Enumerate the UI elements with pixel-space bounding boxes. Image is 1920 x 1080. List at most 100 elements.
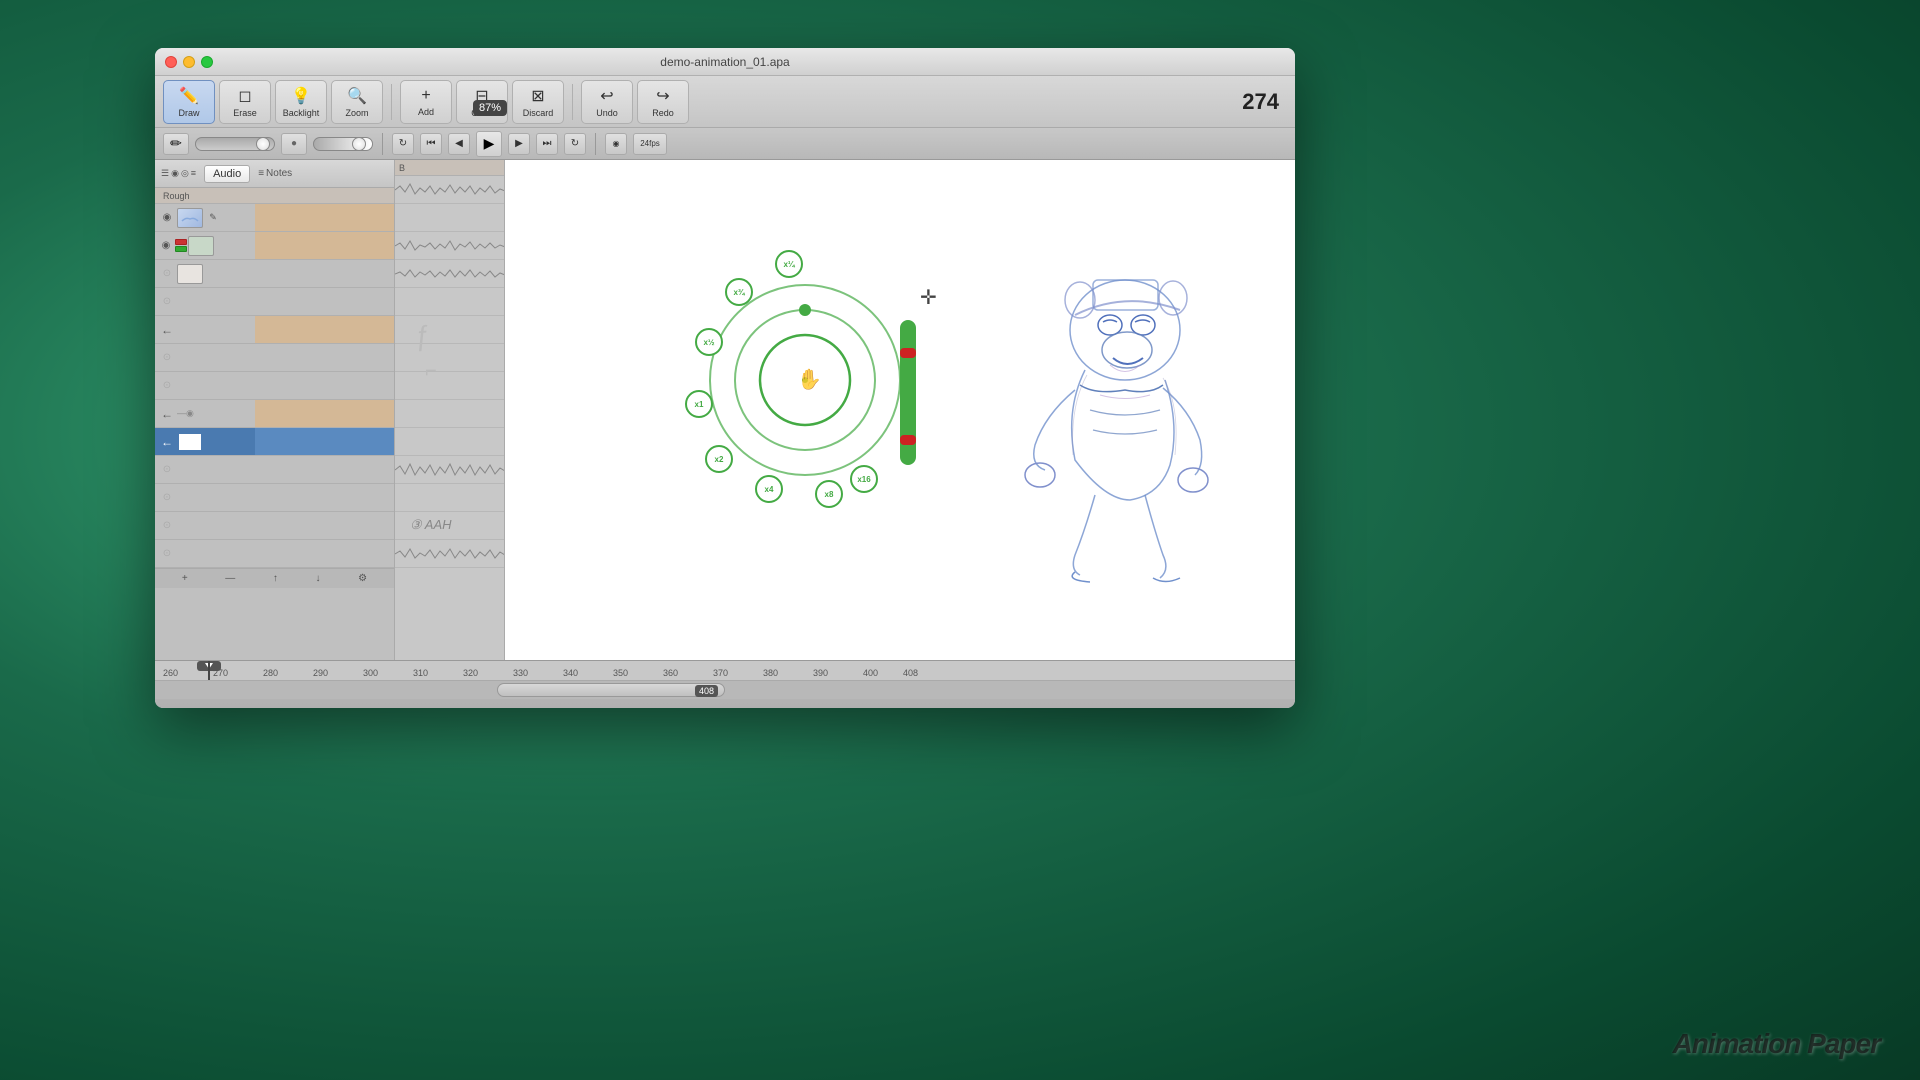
layer-move-down-icon[interactable]: ↓ — [316, 573, 321, 584]
close-button[interactable] — [165, 56, 177, 68]
layer-edit-btn-1[interactable]: ✎ — [205, 210, 221, 226]
brush-slider-thumb[interactable] — [256, 137, 270, 151]
layer-row-5[interactable]: ← — [155, 316, 394, 344]
speed-option-8x[interactable]: x8 — [815, 480, 843, 508]
backlight-icon: 💡 — [291, 86, 311, 106]
layer-row-2[interactable]: ◉ — [155, 232, 394, 260]
vertical-slider-thumb-high[interactable] — [900, 348, 916, 358]
backlight-button[interactable]: 💡 Backlight — [275, 80, 327, 124]
layer-minus-icon[interactable]: — — [225, 573, 235, 584]
add-button[interactable]: + Add — [400, 80, 452, 124]
layer-icons-6: ⊙ — [155, 350, 255, 366]
ruler-tick-300: 300 — [363, 668, 378, 678]
opacity-tool-button[interactable]: ● — [281, 133, 307, 155]
layer-arrow-btn-8[interactable]: ← — [159, 406, 175, 422]
notes-tab[interactable]: Notes — [266, 168, 292, 179]
layer-eye-btn-7[interactable]: ⊙ — [159, 378, 175, 394]
speed-dial[interactable]: ✋ x¼ x¾ x½ x1 x2 x4 x8 — [685, 260, 925, 500]
timeline-scrollbar[interactable]: 408 — [155, 681, 1295, 699]
skip-to-start-button[interactable]: ⏮ — [420, 133, 442, 155]
frame-rate-button[interactable]: 24fps — [633, 133, 667, 155]
canvas-area[interactable]: ✋ x¼ x¾ x½ x1 x2 x4 x8 — [505, 160, 1295, 660]
layer-icons-12: ⊙ — [155, 546, 255, 562]
layer-eye-btn-12[interactable]: ⊙ — [159, 546, 175, 562]
layer-eye-btn-11[interactable]: ⊙ — [159, 518, 175, 534]
layer-row-12[interactable]: ⊙ — [155, 540, 394, 568]
skip-to-end-button[interactable]: ⏭ — [536, 133, 558, 155]
speed-option-4x[interactable]: x4 — [755, 475, 783, 503]
waveform-row-7 — [395, 344, 504, 372]
erase-button[interactable]: ◻ Erase — [219, 80, 271, 124]
vertical-speed-slider[interactable] — [900, 320, 916, 465]
layer-arrow-btn-sel[interactable]: ← — [159, 434, 175, 450]
note-text-aah: ③ AAH — [410, 517, 452, 533]
layer-row-10[interactable]: ⊙ — [155, 484, 394, 512]
ruler-tick-260: 260 — [163, 668, 178, 678]
layer-timeline-12 — [255, 540, 394, 567]
layer-row-selected[interactable]: ← — [155, 428, 394, 456]
layer-eye-btn-9[interactable]: ⊙ — [159, 462, 175, 478]
layer-row-8[interactable]: ← —◉ — [155, 400, 394, 428]
layer-row-6[interactable]: ⊙ — [155, 344, 394, 372]
layer-eye-btn-2[interactable]: ◉ — [158, 238, 174, 254]
layer-row-7[interactable]: ⊙ — [155, 372, 394, 400]
opacity-slider-thumb[interactable] — [352, 137, 366, 151]
scrollbar-thumb[interactable] — [497, 683, 725, 697]
maximize-button[interactable] — [201, 56, 213, 68]
vertical-slider-thumb-low[interactable] — [900, 435, 916, 445]
pencil-tool-button[interactable]: ✏ — [163, 133, 189, 155]
layer-eye-btn-1[interactable]: ◉ — [159, 210, 175, 226]
waveform-row-3 — [395, 232, 504, 260]
play-button[interactable]: ▶ — [476, 131, 502, 157]
layer-icons-2: ◉ — [155, 236, 255, 256]
layer-icons-7: ⊙ — [155, 378, 255, 394]
speed-option-16x[interactable]: x16 — [850, 465, 878, 493]
layer-arrow-btn-5[interactable]: ← — [159, 322, 175, 338]
loop-button[interactable]: ↻ — [392, 133, 414, 155]
layer-thumb-3 — [177, 264, 203, 284]
layer-eye-btn-4[interactable]: ⊙ — [159, 294, 175, 310]
layer-row-11[interactable]: ⊙ — [155, 512, 394, 540]
layer-icons-5: ← — [155, 322, 255, 338]
brush-size-slider[interactable] — [195, 137, 275, 151]
layer-timeline-6 — [255, 344, 394, 371]
character-sketch — [985, 270, 1235, 590]
prev-frame-button[interactable]: ◀ — [448, 133, 470, 155]
ruler-tick-320: 320 — [463, 668, 478, 678]
layer-add-icon[interactable]: + — [182, 573, 188, 584]
playhead-line — [208, 661, 210, 680]
layer-move-up-icon[interactable]: ↑ — [273, 573, 278, 584]
toolbar-right: 274 — [1227, 89, 1287, 115]
app-window: demo-animation_01.apa ✏️ Draw ◻ Erase 💡 … — [155, 48, 1295, 708]
layer-settings-icon[interactable]: ⚙ — [358, 573, 367, 584]
speed-option-1x[interactable]: x1 — [685, 390, 713, 418]
speed-option-quarter[interactable]: x¼ — [775, 250, 803, 278]
layer-row-9[interactable]: ⊙ — [155, 456, 394, 484]
speed-option-three-quarter[interactable]: x¾ — [725, 278, 753, 306]
audio-tab[interactable]: Audio — [204, 165, 250, 183]
layer-row-3[interactable]: ⊙ — [155, 260, 394, 288]
redo-button[interactable]: ↪ Redo — [637, 80, 689, 124]
opacity-slider[interactable] — [313, 137, 373, 151]
undo-button[interactable]: ↩ Undo — [581, 80, 633, 124]
minimize-button[interactable] — [183, 56, 195, 68]
main-toolbar: ✏️ Draw ◻ Erase 💡 Backlight 🔍 Zoom + Add… — [155, 76, 1295, 128]
ruler-tick-390: 390 — [813, 668, 828, 678]
layer-bottom-bar: + — ↑ ↓ ⚙ — [155, 568, 394, 588]
ruler-tick-280: 280 — [263, 668, 278, 678]
zoom-button[interactable]: 🔍 Zoom — [331, 80, 383, 124]
speed-option-2x[interactable]: x2 — [705, 445, 733, 473]
layer-eye-btn-6[interactable]: ⊙ — [159, 350, 175, 366]
discard-button[interactable]: ⊠ Discard — [512, 80, 564, 124]
layer-row-1[interactable]: ◉ ✎ — [155, 204, 394, 232]
layer-eye-btn-3[interactable]: ⊙ — [159, 266, 175, 282]
draw-button[interactable]: ✏️ Draw — [163, 80, 215, 124]
layer-row-4[interactable]: ⊙ — [155, 288, 394, 316]
layer-timeline-5 — [255, 316, 394, 343]
layer-eye-btn-10[interactable]: ⊙ — [159, 490, 175, 506]
onion-skin-button[interactable]: ◉ — [605, 133, 627, 155]
sketch-symbol-2: ⌐ — [425, 360, 437, 383]
next-frame-button[interactable]: ▶ — [508, 133, 530, 155]
repeat-button[interactable]: ↻ — [564, 133, 586, 155]
speed-option-half[interactable]: x½ — [695, 328, 723, 356]
